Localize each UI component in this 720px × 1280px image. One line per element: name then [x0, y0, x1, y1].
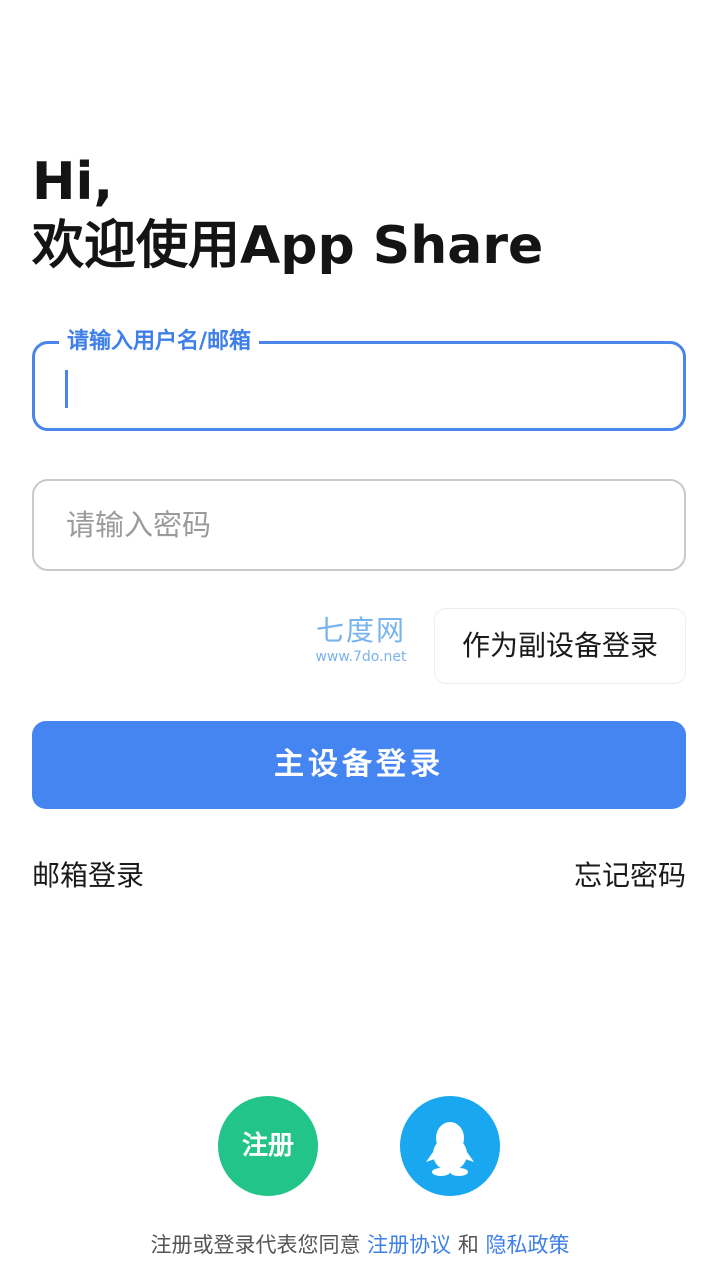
username-field[interactable]: 请输入用户名/邮箱 — [32, 328, 686, 431]
welcome-heading-line1: Hi, — [32, 152, 114, 212]
watermark-logo: 七度网 www.7do.net — [306, 614, 416, 666]
welcome-heading: Hi, 欢迎使用App Share — [32, 150, 692, 278]
terms-notice: 注册或登录代表您同意 注册协议 和 隐私政策 — [0, 1230, 720, 1260]
password-field[interactable]: 请输入密码 — [32, 479, 686, 571]
terms-and: 和 — [451, 1233, 486, 1257]
terms-prefix: 注册或登录代表您同意 — [150, 1233, 368, 1257]
watermark-name: 七度网 — [315, 614, 406, 647]
password-placeholder: 请输入密码 — [66, 508, 212, 542]
privacy-policy-link[interactable]: 隐私政策 — [486, 1233, 570, 1257]
user-agreement-link[interactable]: 注册协议 — [367, 1233, 451, 1257]
username-field-label: 请输入用户名/邮箱 — [59, 328, 260, 356]
watermark-url: www.7do.net — [315, 649, 407, 665]
email-login-link[interactable]: 邮箱登录 — [32, 856, 144, 896]
text-cursor — [65, 370, 68, 408]
forgot-password-link[interactable]: 忘记密码 — [574, 856, 686, 896]
welcome-heading-line2: 欢迎使用App Share — [32, 216, 544, 276]
qq-penguin-icon — [426, 1122, 474, 1176]
secondary-device-login-button[interactable]: 作为副设备登录 — [434, 608, 686, 684]
primary-device-login-button[interactable]: 主设备登录 — [32, 721, 686, 809]
register-button[interactable]: 注册 — [218, 1096, 318, 1196]
qq-login-button[interactable] — [400, 1096, 500, 1196]
